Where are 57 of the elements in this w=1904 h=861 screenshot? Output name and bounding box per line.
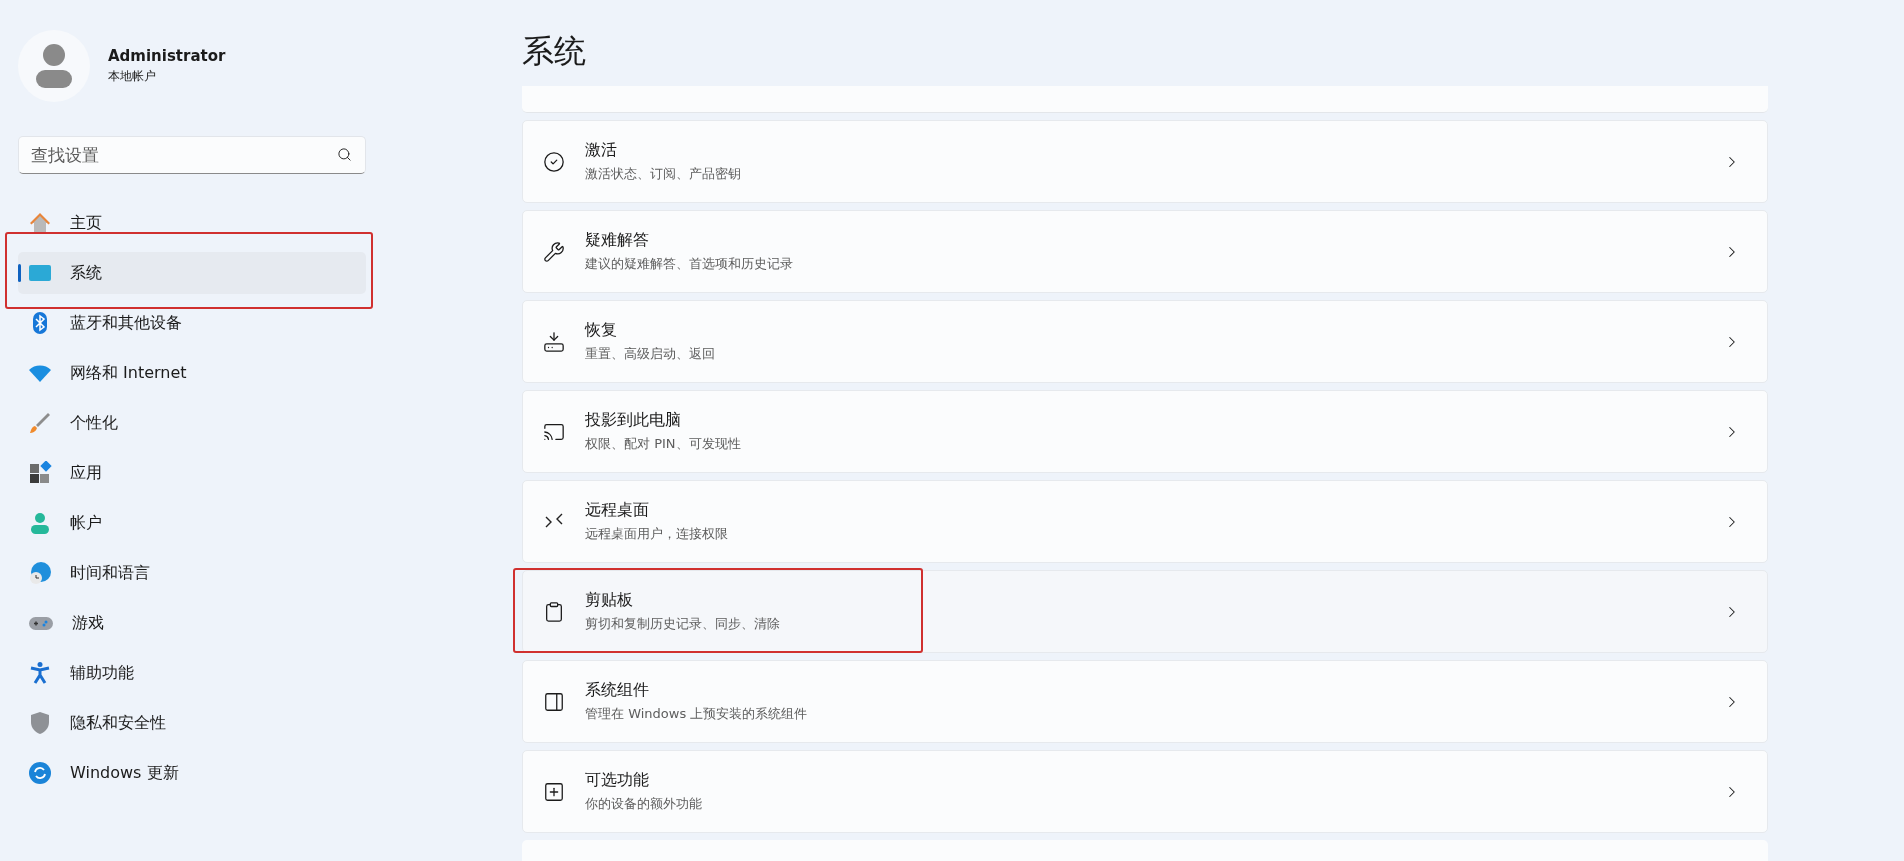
account-type: 本地帐户	[108, 68, 157, 85]
settings-card[interactable]: 可选功能 你的设备的额外功能	[522, 750, 1768, 833]
settings-card[interactable]: 剪贴板 剪切和复制历史记录、同步、清除	[522, 570, 1768, 653]
card-subtitle: 建议的疑难解答、首选项和历史记录	[585, 255, 794, 273]
settings-card[interactable]: 激活 激活状态、订阅、产品密钥	[522, 120, 1768, 203]
wrench-icon	[543, 240, 565, 263]
card-title: 投影到此电脑	[585, 410, 682, 431]
brush-icon	[28, 411, 52, 435]
card-title: 可选功能	[585, 770, 650, 791]
nav-item[interactable]: 应用	[18, 452, 366, 494]
card-subtitle: 激活状态、订阅、产品密钥	[585, 165, 742, 183]
card-title: 远程桌面	[585, 500, 650, 521]
accessibility-icon	[28, 661, 52, 685]
globe-clock-icon	[28, 561, 52, 585]
card-title: 剪贴板	[585, 590, 634, 611]
nav-item[interactable]: 时间和语言	[18, 552, 366, 594]
page-title: 系统	[522, 31, 587, 72]
clipboard-icon	[543, 600, 565, 623]
check-circle-icon	[543, 150, 565, 173]
settings-card[interactable]: 投影到此电脑 权限、配对 PIN、可发现性	[522, 390, 1768, 473]
nav-item[interactable]: 个性化	[18, 402, 366, 444]
nav-item[interactable]: 帐户	[18, 502, 366, 544]
settings-card[interactable]: 恢复 重置、高级启动、返回	[522, 300, 1768, 383]
card-subtitle: 重置、高级启动、返回	[585, 345, 716, 363]
card-subtitle: 远程桌面用户，连接权限	[585, 525, 729, 543]
search-icon	[337, 147, 352, 162]
panel-icon	[543, 690, 565, 713]
nav-item[interactable]: 系统	[18, 252, 366, 294]
house-icon	[28, 211, 52, 235]
nav-item[interactable]: 网络和 Internet	[18, 352, 366, 394]
card-subtitle: 权限、配对 PIN、可发现性	[585, 435, 742, 453]
shield-icon	[28, 711, 52, 735]
sync-icon	[28, 761, 52, 785]
search-field[interactable]: 查找设置	[18, 136, 366, 174]
nav-item[interactable]: 隐私和安全性	[18, 702, 366, 744]
settings-card[interactable]: 疑难解答 建议的疑难解答、首选项和历史记录	[522, 210, 1768, 293]
selection-indicator	[18, 264, 21, 282]
drive-arrow-icon	[543, 330, 565, 353]
user-name: Administrator	[108, 47, 226, 65]
card-subtitle: 管理在 Windows 上预安装的系统组件	[585, 705, 809, 723]
card-title: 系统组件	[585, 680, 650, 701]
person-icon	[28, 511, 52, 535]
card-title: 恢复	[585, 320, 618, 341]
nav-item[interactable]: Windows 更新	[18, 752, 366, 794]
apps-icon	[28, 461, 52, 485]
nav-item[interactable]: 主页	[18, 202, 366, 244]
nav-item[interactable]: 游戏	[18, 602, 366, 644]
grid-plus-icon	[543, 780, 565, 803]
card-subtitle: 剪切和复制历史记录、同步、清除	[585, 615, 781, 633]
card-title: 激活	[585, 140, 618, 161]
card-subtitle: 你的设备的额外功能	[585, 795, 703, 813]
nav-item[interactable]: 辅助功能	[18, 652, 366, 694]
card-title: 疑难解答	[585, 230, 650, 251]
settings-card[interactable]	[522, 86, 1768, 113]
settings-card[interactable]: 远程桌面 远程桌面用户，连接权限	[522, 480, 1768, 563]
nav-item[interactable]: 蓝牙和其他设备	[18, 302, 366, 344]
settings-card[interactable]: 系统组件 管理在 Windows 上预安装的系统组件	[522, 660, 1768, 743]
